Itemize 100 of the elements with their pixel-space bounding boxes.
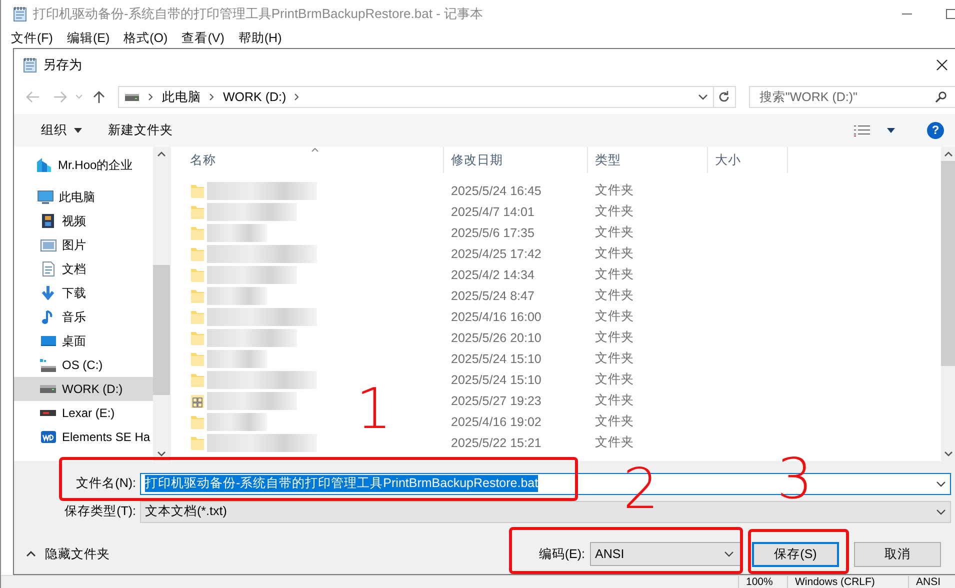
sidebar-item[interactable]: 下载 — [14, 281, 153, 305]
sidebar-item[interactable]: 文档 — [14, 257, 153, 281]
field-label: 保存类型(T): — [64, 503, 137, 520]
cancel-button[interactable]: 取消 — [854, 542, 941, 566]
type-cell-text: 文件夹 — [594, 203, 635, 220]
encoding-dropdown[interactable]: ANSI — [590, 542, 741, 566]
menu-item[interactable]: 查看(V) — [182, 30, 224, 46]
date-cell-text: 2025/5/26 20:10 — [450, 330, 542, 344]
notepad-icon — [13, 6, 27, 22]
date-cell-text: 2025/4/16 19:02 — [450, 414, 542, 428]
type-cell-text: 文件夹 — [594, 266, 635, 283]
scrollbar[interactable] — [941, 147, 955, 461]
sidebar-item[interactable]: Elements SE Ha — [14, 425, 153, 449]
menu-item[interactable]: 格式(O) — [124, 30, 168, 46]
organize-button[interactable]: 组织 — [32, 119, 91, 142]
sidebar-item[interactable]: Mr.Hoo的企业 — [14, 153, 153, 177]
date-cell-text: 2025/4/16 16:00 — [450, 310, 542, 324]
hide-folders-toggle[interactable]: 隐藏文件夹 — [26, 546, 110, 562]
status-text: Windows (CRLF) — [787, 576, 908, 588]
folder-icon — [190, 182, 205, 198]
type-cell-text: 文件夹 — [594, 434, 635, 451]
chevron-up-icon — [26, 551, 36, 557]
refresh-icon — [718, 91, 730, 103]
new-folder-button[interactable]: 新建文件夹 — [99, 119, 182, 142]
date-cell-text: 2025/5/24 8:47 — [450, 288, 536, 302]
blurred-name — [207, 350, 267, 368]
chevron-right-icon — [209, 93, 215, 101]
view-options-icon[interactable] — [853, 124, 871, 136]
building-icon — [36, 157, 53, 173]
dropdown-chevron-icon — [724, 551, 734, 557]
folder-icon — [190, 246, 205, 262]
sidebar-item[interactable]: 音乐 — [14, 305, 153, 329]
menu-item[interactable]: 文件(F) — [11, 30, 53, 46]
picture-icon — [40, 237, 57, 253]
sidebar-item[interactable]: OS (C:) — [14, 353, 153, 377]
folder-icon — [190, 434, 205, 450]
up-arrow-icon[interactable] — [93, 90, 105, 104]
sidebar-item[interactable]: 此电脑 — [14, 185, 153, 209]
date-cell-text: 2025/4/25 17:42 — [450, 246, 542, 260]
sidebar-item[interactable]: Lexar (E:) — [14, 401, 153, 425]
maximize-icon[interactable] — [945, 8, 955, 20]
help-button[interactable]: ? — [927, 122, 944, 139]
computer-icon — [37, 189, 54, 205]
chevron-right-icon — [294, 93, 300, 101]
scroll-up-icon — [157, 151, 166, 157]
date-cell-text: 2025/5/27 19:23 — [450, 394, 542, 408]
date-cell-text: 2025/4/7 14:01 — [450, 204, 536, 218]
folder-icon — [190, 350, 205, 366]
sidebar-item[interactable]: 桌面 — [14, 329, 153, 353]
film-icon — [40, 213, 57, 229]
menu-item[interactable]: 编辑(E) — [66, 30, 110, 46]
save-button[interactable]: 保存(S) — [752, 542, 839, 566]
type-cell-text: 文件夹 — [594, 245, 635, 262]
sidebar-item[interactable]: WORK (D:) — [14, 377, 153, 401]
type-cell-text: 文件夹 — [594, 287, 635, 304]
dropdown-chevron-icon[interactable] — [698, 94, 708, 100]
date-cell-text: 2025/5/6 17:35 — [450, 226, 536, 240]
folder-icon — [190, 414, 205, 430]
column-header[interactable]: 名称 — [171, 147, 444, 173]
desktop-icon — [40, 333, 57, 349]
type-cell-text: 文件夹 — [594, 308, 635, 325]
notepad-icon — [23, 56, 37, 72]
caret-icon[interactable] — [887, 128, 895, 133]
column-header[interactable]: 修改日期 — [444, 147, 588, 173]
annotation-number: 1 — [356, 382, 392, 438]
close-icon[interactable] — [936, 58, 948, 70]
date-cell-text: 2025/5/24 16:45 — [450, 184, 542, 198]
chevron-right-icon — [148, 93, 154, 101]
breadcrumb[interactable]: 此电脑 — [162, 88, 201, 106]
folder-icon — [190, 372, 205, 388]
caret-icon — [74, 128, 82, 133]
dropdown-chevron-icon — [936, 480, 946, 486]
folder-icon — [190, 330, 205, 346]
drive-icon — [40, 410, 56, 416]
type-cell-text: 文件夹 — [594, 371, 635, 388]
refresh-button[interactable] — [714, 86, 736, 108]
folder-grid-icon — [190, 392, 205, 408]
field-label: 文件名(N): — [75, 475, 137, 492]
type-cell-text: 文件夹 — [594, 350, 635, 367]
download-arrow-icon — [40, 285, 57, 301]
address-bar[interactable]: 此电脑 WORK (D:) — [118, 86, 714, 108]
document-icon — [40, 261, 57, 277]
search-icon — [935, 91, 947, 103]
menu-item[interactable]: 帮助(H) — [238, 30, 282, 46]
sidebar-item[interactable]: 视频 — [14, 209, 153, 233]
column-header[interactable]: 类型 — [588, 147, 708, 173]
blurred-name — [207, 224, 267, 242]
scrollbar[interactable] — [153, 147, 170, 461]
type-cell-text: 文件夹 — [594, 182, 635, 199]
folder-icon — [190, 266, 205, 282]
column-header[interactable]: 大小 — [708, 147, 788, 173]
breadcrumb[interactable]: WORK (D:) — [223, 90, 286, 104]
drive-icon — [40, 385, 56, 393]
window-title: 打印机驱动备份-系统自带的打印管理工具PrintBrmBackupRestore.bat - 记事本 — [33, 4, 484, 22]
drive-icon — [40, 358, 56, 372]
search-field[interactable]: 搜索"WORK (D:)" — [749, 86, 955, 108]
sidebar-item[interactable]: 图片 — [14, 233, 153, 257]
type-cell-text: 文件夹 — [594, 329, 635, 346]
drive-icon — [40, 429, 57, 445]
folder-icon — [190, 224, 205, 240]
